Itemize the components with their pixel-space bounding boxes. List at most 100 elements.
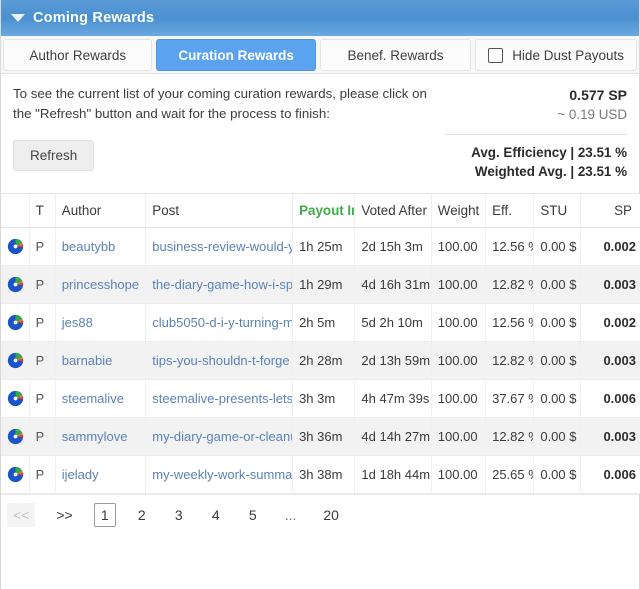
- cell-author[interactable]: steemalive: [55, 379, 147, 418]
- total-sp-value: 0.577 SP: [569, 87, 627, 103]
- cell-type: P: [29, 303, 56, 342]
- cell-type: P: [29, 265, 56, 304]
- hide-dust-payouts-checkbox[interactable]: [488, 47, 504, 63]
- cell-type: P: [29, 379, 56, 418]
- cell-author[interactable]: princesshope: [55, 265, 147, 304]
- cell-type: P: [29, 455, 56, 494]
- cell-stu: 0.00 $: [533, 417, 581, 456]
- pagination-next[interactable]: >>: [50, 503, 78, 527]
- cell-weight: 100.00: [431, 303, 487, 342]
- pie-chart-icon[interactable]: [1, 303, 30, 342]
- cell-payout-in: 3h 38m: [292, 455, 356, 494]
- cell-post[interactable]: the-diary-game-how-i-sp: [145, 265, 294, 304]
- cell-post[interactable]: steemalive-presents-lets: [145, 379, 294, 418]
- pie-chart-icon[interactable]: [1, 265, 30, 304]
- column-header-stu[interactable]: STU: [533, 194, 581, 228]
- cell-stu: 0.00 $: [533, 227, 581, 266]
- cell-voted-after: 5d 2h 10m: [354, 303, 432, 342]
- pagination-page-4[interactable]: 4: [205, 503, 227, 527]
- cell-author[interactable]: beautybb: [55, 227, 147, 266]
- cell-voted-after: 2d 15h 3m: [354, 227, 432, 266]
- cell-sp: 0.003: [580, 341, 640, 380]
- cell-eff: 37.67 %: [485, 379, 535, 418]
- cell-voted-after: 1d 18h 44m: [354, 455, 432, 494]
- pagination-page-1[interactable]: 1: [93, 503, 116, 527]
- column-header-eff[interactable]: Eff.: [485, 194, 535, 228]
- cell-post[interactable]: business-review-would-y: [145, 227, 294, 266]
- column-header-sp[interactable]: SP: [580, 194, 640, 228]
- total-usd-value: ~ 0.19 USD: [557, 107, 627, 122]
- table-row[interactable]: Pjes88 club5050-d-i-y-turning-m 2h 5m 5d 2h…: [1, 303, 640, 342]
- pie-chart-icon[interactable]: [1, 417, 30, 456]
- info-section: To see the current list of your coming c…: [1, 74, 639, 181]
- tab-benef-rewards[interactable]: Benef. Rewards: [319, 39, 472, 71]
- table-row[interactable]: Pprincesshope the-diary-game-how-i-sp 1h 2…: [1, 265, 640, 304]
- cell-author[interactable]: sammylove: [55, 417, 147, 456]
- pagination-bar: << >> 1 2 3 4 5... 20: [1, 494, 639, 535]
- rewards-tabbar: Author Rewards Curation Rewards Benef. R…: [1, 36, 639, 74]
- cell-sp: 0.006: [580, 379, 640, 418]
- column-header-weight[interactable]: Weight: [431, 194, 487, 228]
- table-header-row: T Author Post Payout In Voted After Weig…: [1, 194, 640, 228]
- cell-author[interactable]: barnabie: [55, 341, 147, 380]
- hide-dust-payouts-toggle[interactable]: Hide Dust Payouts: [475, 39, 637, 71]
- column-header-icon: [1, 194, 30, 228]
- column-header-voted-after[interactable]: Voted After: [354, 194, 432, 228]
- cell-sp: 0.003: [580, 417, 640, 456]
- info-left: To see the current list of your coming c…: [13, 84, 445, 181]
- cell-type: P: [29, 341, 56, 380]
- cell-post[interactable]: my-weekly-work-summa: [145, 455, 294, 494]
- cell-payout-in: 3h 36m: [292, 417, 356, 456]
- panel-title: Coming Rewards: [33, 10, 155, 26]
- column-header-type[interactable]: T: [29, 194, 56, 228]
- cell-author[interactable]: jes88: [55, 303, 147, 342]
- cell-voted-after: 4h 47m 39s: [354, 379, 432, 418]
- pagination-page-2[interactable]: 2: [131, 503, 153, 527]
- panel-titlebar[interactable]: Coming Rewards: [1, 0, 639, 36]
- cell-payout-in: 3h 3m: [292, 379, 356, 418]
- cell-stu: 0.00 $: [533, 455, 581, 494]
- cell-eff: 25.65 %: [485, 455, 535, 494]
- column-header-payout-in[interactable]: Payout In: [292, 194, 356, 228]
- cell-post[interactable]: tips-you-shouldn-t-forge: [145, 341, 294, 380]
- pagination-page-3[interactable]: 3: [168, 503, 190, 527]
- pagination-page-5[interactable]: 5: [242, 503, 264, 527]
- cell-post[interactable]: my-diary-game-or-cleanu: [145, 417, 294, 456]
- table-body: Pbeautybb business-review-would-y 1h 25m 2d…: [1, 227, 640, 494]
- cell-stu: 0.00 $: [533, 265, 581, 304]
- cell-type: P: [29, 227, 56, 266]
- summary-divider: [445, 134, 627, 135]
- cell-stu: 0.00 $: [533, 341, 581, 380]
- cell-weight: 100.00: [431, 417, 487, 456]
- table-row[interactable]: Pbarnabie tips-you-shouldn-t-forge 2h 28m 2…: [1, 341, 640, 380]
- curation-rewards-table: T Author Post Payout In Voted After Weig…: [1, 194, 640, 494]
- cell-post[interactable]: club5050-d-i-y-turning-m: [145, 303, 294, 342]
- cell-stu: 0.00 $: [533, 379, 581, 418]
- refresh-button[interactable]: Refresh: [13, 140, 95, 171]
- cell-eff: 12.82 %: [485, 417, 535, 456]
- pagination-prev[interactable]: <<: [7, 503, 36, 527]
- cell-author[interactable]: ijelady: [55, 455, 147, 494]
- cell-eff: 12.56 %: [485, 227, 535, 266]
- caret-down-icon[interactable]: [11, 14, 25, 22]
- table-row[interactable]: Psammylove my-diary-game-or-cleanu 3h 36m 4…: [1, 417, 640, 456]
- table-row[interactable]: Psteemalive steemalive-presents-lets 3h 3m…: [1, 379, 640, 418]
- tab-author-rewards[interactable]: Author Rewards: [3, 39, 153, 71]
- pie-chart-icon[interactable]: [1, 341, 30, 380]
- column-header-post[interactable]: Post: [145, 194, 294, 228]
- pie-chart-icon[interactable]: [1, 455, 30, 494]
- cell-weight: 100.00: [431, 379, 487, 418]
- pagination-page-20[interactable]: 20: [317, 503, 345, 527]
- cell-weight: 100.00: [431, 227, 487, 266]
- table-row[interactable]: Pbeautybb business-review-would-y 1h 25m 2d…: [1, 227, 640, 266]
- pie-chart-icon[interactable]: [1, 227, 30, 266]
- cell-voted-after: 2d 13h 59m: [354, 341, 432, 380]
- tab-curation-rewards[interactable]: Curation Rewards: [156, 39, 316, 71]
- cell-voted-after: 4d 16h 31m: [354, 265, 432, 304]
- column-header-author[interactable]: Author: [55, 194, 147, 228]
- cell-sp: 0.002: [580, 303, 640, 342]
- pie-chart-icon[interactable]: [1, 379, 30, 418]
- table-row[interactable]: Pijelady my-weekly-work-summa 3h 38m 1d 18h…: [1, 455, 640, 494]
- cell-stu: 0.00 $: [533, 303, 581, 342]
- cell-eff: 12.82 %: [485, 341, 535, 380]
